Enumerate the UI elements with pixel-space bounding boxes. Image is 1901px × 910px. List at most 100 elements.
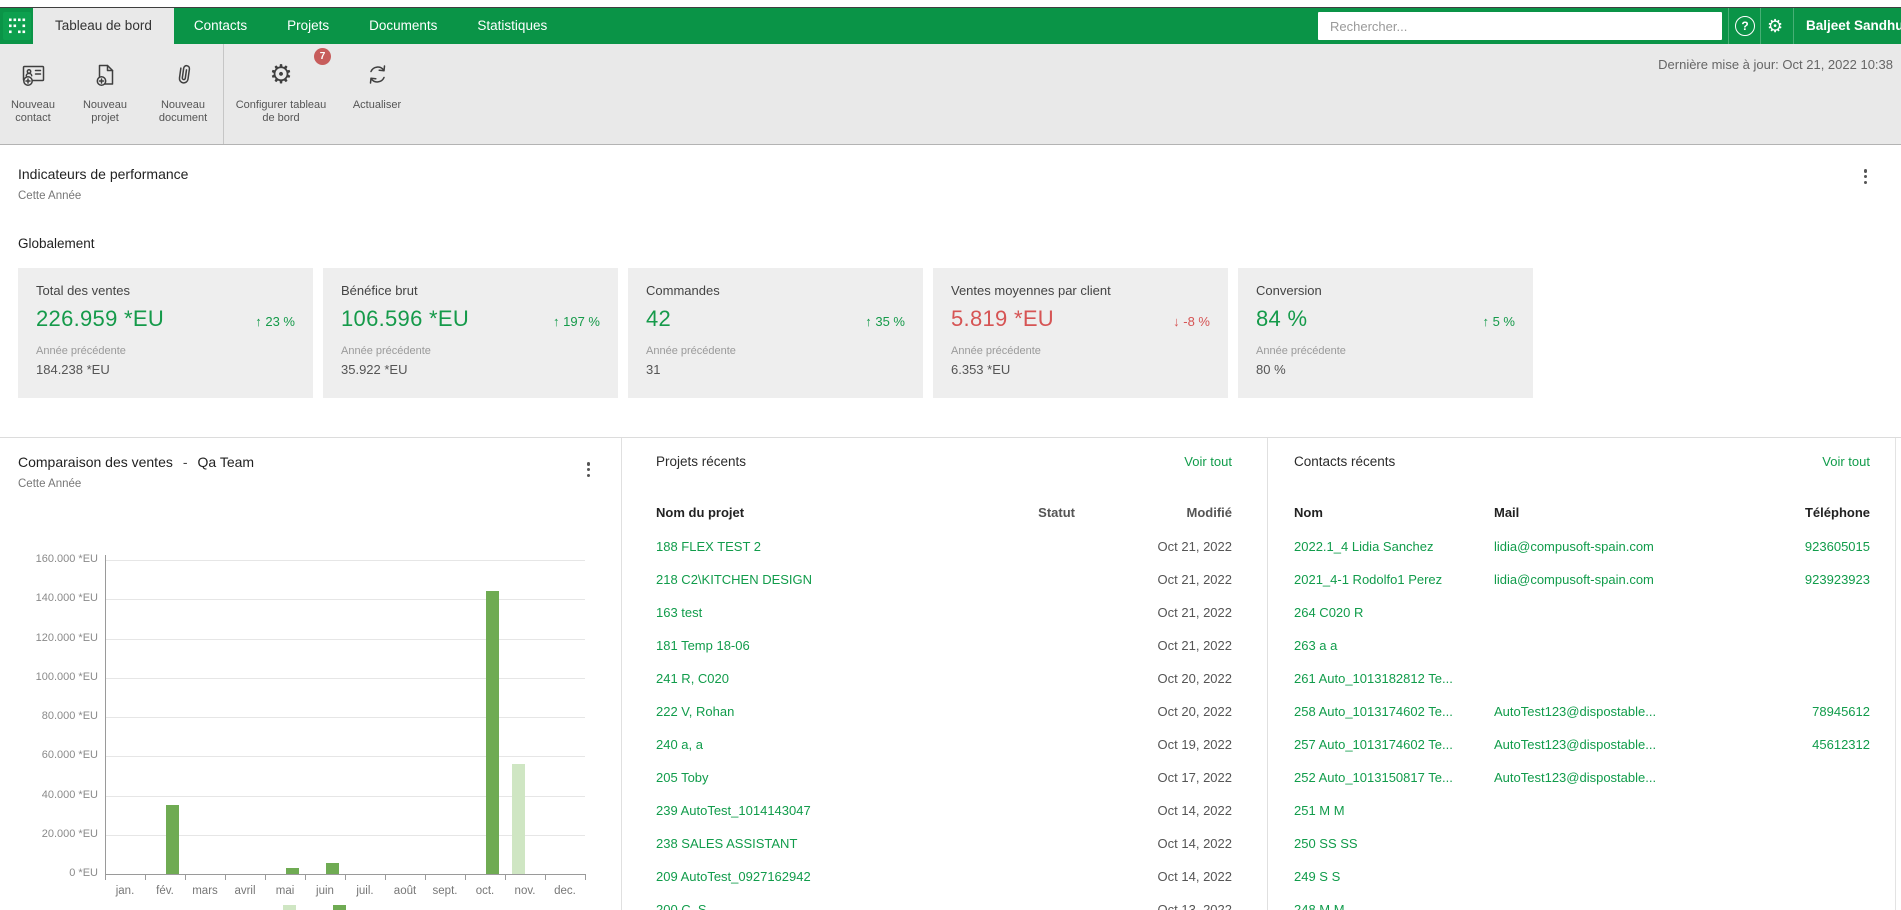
settings-gear-icon[interactable]: ⚙ (1767, 13, 1783, 39)
project-modified-date: Oct 13, 2022 (1157, 902, 1232, 910)
x-axis-month-label: dec. (554, 885, 576, 897)
contacts-view-all-link[interactable]: Voir tout (1822, 454, 1870, 469)
project-name-link[interactable]: 240 a, a (656, 728, 703, 761)
contact-name-link[interactable]: 251 M M (1294, 794, 1345, 827)
project-name-link[interactable]: 238 SALES ASSISTANT (656, 827, 797, 860)
new-project-button[interactable]: Nouveau projet (71, 56, 139, 125)
tab-projets[interactable]: Projets (267, 8, 349, 44)
project-name-link[interactable]: 218 C2\KITCHEN DESIGN (656, 563, 812, 596)
projects-view-all-link[interactable]: Voir tout (1184, 454, 1232, 469)
contact-name-link[interactable]: 2022.1_4 Lidia Sanchez (1294, 530, 1434, 563)
kpi-prev-label: Année précédente (341, 345, 431, 357)
contact-row: 251 M M (1268, 794, 1901, 827)
project-name-link[interactable]: 181 Temp 18-06 (656, 629, 750, 662)
project-name-link[interactable]: 239 AutoTest_1014143047 (656, 794, 811, 827)
contact-row: 258 Auto_1013174602 Te... AutoTest123@dis… (1268, 695, 1901, 728)
contact-mail-link[interactable]: lidia@compusoft-spain.com (1494, 563, 1654, 596)
chart-gridline (105, 717, 585, 718)
legend-swatch-series_dark (333, 905, 346, 910)
contacts-table-header: Nom Mail Téléphone (1268, 505, 1901, 525)
kpi-prev-label: Année précédente (951, 345, 1041, 357)
project-row: 239 AutoTest_1014143047 Oct 14, 2022 (622, 794, 1267, 827)
kpi-value: 42 (646, 306, 672, 331)
kpi-value: 106.596 *EU (341, 306, 470, 331)
chart-team-name: Qa Team (197, 454, 255, 470)
x-axis-month-label: mars (192, 885, 218, 897)
tab-documents[interactable]: Documents (349, 8, 457, 44)
help-icon[interactable]: ? (1735, 16, 1755, 36)
contact-phone-link[interactable]: 923923923 (1805, 563, 1870, 596)
kpi-value: 226.959 *EU (36, 306, 165, 331)
configure-dashboard-button[interactable]: ⚙ Configurer tableau de bord (232, 56, 330, 125)
app-logo-icon[interactable] (3, 12, 31, 40)
notification-badge[interactable]: 7 (314, 48, 331, 65)
contact-phone-link[interactable]: 45612312 (1812, 728, 1870, 761)
project-name-link[interactable]: 222 V, Rohan (656, 695, 734, 728)
tab-tableau-de-bord[interactable]: Tableau de bord (33, 8, 174, 44)
contact-mail-link[interactable]: AutoTest123@dispostable... (1494, 695, 1656, 728)
x-axis-month-label: août (393, 885, 417, 897)
contact-mail-link[interactable]: AutoTest123@dispostable... (1494, 761, 1656, 794)
project-name-link[interactable]: 209 AutoTest_0927162942 (656, 860, 811, 893)
contact-mail-link[interactable]: lidia@compusoft-spain.com (1494, 530, 1654, 563)
project-name-link[interactable]: 241 R, C020 (656, 662, 729, 695)
project-name-link[interactable]: 200 C, S (656, 893, 707, 910)
y-axis-tick-label: 40.000 *EU (41, 788, 98, 801)
contact-name-link[interactable]: 263 a a (1294, 629, 1337, 662)
chart-menu-kebab-icon[interactable] (581, 458, 597, 481)
chart-title-separator: - (182, 454, 188, 470)
new-document-button[interactable]: Nouveau document (142, 56, 224, 125)
refresh-button[interactable]: Actualiser (340, 56, 414, 112)
x-axis-month-label: nov. (514, 885, 536, 897)
tab-statistiques[interactable]: Statistiques (457, 8, 567, 44)
kpi-label: Ventes moyennes par client (951, 283, 1111, 298)
project-name-link[interactable]: 205 Toby (656, 761, 709, 794)
contact-name-link[interactable]: 252 Auto_1013150817 Te... (1294, 761, 1453, 794)
paperclip-icon (142, 56, 224, 92)
project-name-link[interactable]: 163 test (656, 596, 702, 629)
contact-mail-link[interactable]: AutoTest123@dispostable... (1494, 728, 1656, 761)
chart-bar-nov-series_light (511, 764, 525, 874)
project-modified-date: Oct 14, 2022 (1157, 836, 1232, 851)
x-axis-month-label: oct. (475, 885, 495, 897)
contact-name-link[interactable]: 257 Auto_1013174602 Te... (1294, 728, 1453, 761)
contact-phone-link[interactable]: 923605015 (1805, 530, 1870, 563)
project-row: 209 AutoTest_0927162942 Oct 14, 2022 (622, 860, 1267, 893)
kpi-section-title: Indicateurs de performance (18, 166, 189, 182)
kpi-prev-value: 35.922 *EU (341, 362, 408, 377)
kpi-menu-kebab-icon[interactable] (1858, 165, 1874, 188)
user-menu[interactable]: Baljeet Sandhu (1806, 8, 1901, 44)
contact-phone-link[interactable]: 78945612 (1812, 695, 1870, 728)
contact-name-link[interactable]: 264 C020 R (1294, 596, 1363, 629)
contact-name-link[interactable]: 248 M M (1294, 893, 1345, 910)
project-row: 205 Toby Oct 17, 2022 (622, 761, 1267, 794)
contact-row: 252 Auto_1013150817 Te... AutoTest123@dis… (1268, 761, 1901, 794)
nav-divider (1760, 8, 1761, 44)
kpi-prev-value: 31 (646, 362, 661, 377)
arrow-up-icon: ↑ (255, 314, 262, 329)
x-axis-tick (265, 874, 266, 880)
chart-bar-fév-series_dark (165, 805, 179, 874)
contact-name-link[interactable]: 2021_4-1 Rodolfo1 Perez (1294, 563, 1442, 596)
search-input[interactable] (1318, 12, 1722, 40)
kpi-card-1: Total des ventes 226.959 *EU ↑ 23 % Année p… (18, 268, 313, 398)
toolbar: Nouveau contact Nouveau projet Nouveau d… (0, 44, 1901, 145)
y-axis-tick-label: 160.000 *EU (35, 553, 98, 565)
projects-table-header: Nom du projet Statut Modifié (622, 505, 1267, 525)
y-axis-tick-label: 140.000 *EU (35, 592, 98, 605)
y-axis-tick-label: 60.000 *EU (41, 749, 98, 762)
new-contact-button[interactable]: Nouveau contact (0, 56, 66, 125)
contact-name-link[interactable]: 258 Auto_1013174602 Te... (1294, 695, 1453, 728)
scrollbar-track[interactable] (1895, 438, 1896, 910)
project-row: 238 SALES ASSISTANT Oct 14, 2022 (622, 827, 1267, 860)
new-project-icon (71, 56, 139, 92)
project-name-link[interactable]: 188 FLEX TEST 2 (656, 530, 761, 563)
tab-contacts[interactable]: Contacts (174, 8, 267, 44)
project-modified-date: Oct 20, 2022 (1157, 704, 1232, 719)
contact-name-link[interactable]: 261 Auto_1013182812 Te... (1294, 662, 1453, 695)
col-contact-mail: Mail (1494, 505, 1520, 520)
contact-name-link[interactable]: 250 SS SS (1294, 827, 1358, 860)
kpi-prev-value: 80 % (1256, 362, 1286, 377)
new-contact-icon (0, 56, 66, 92)
contact-name-link[interactable]: 249 S S (1294, 860, 1340, 893)
